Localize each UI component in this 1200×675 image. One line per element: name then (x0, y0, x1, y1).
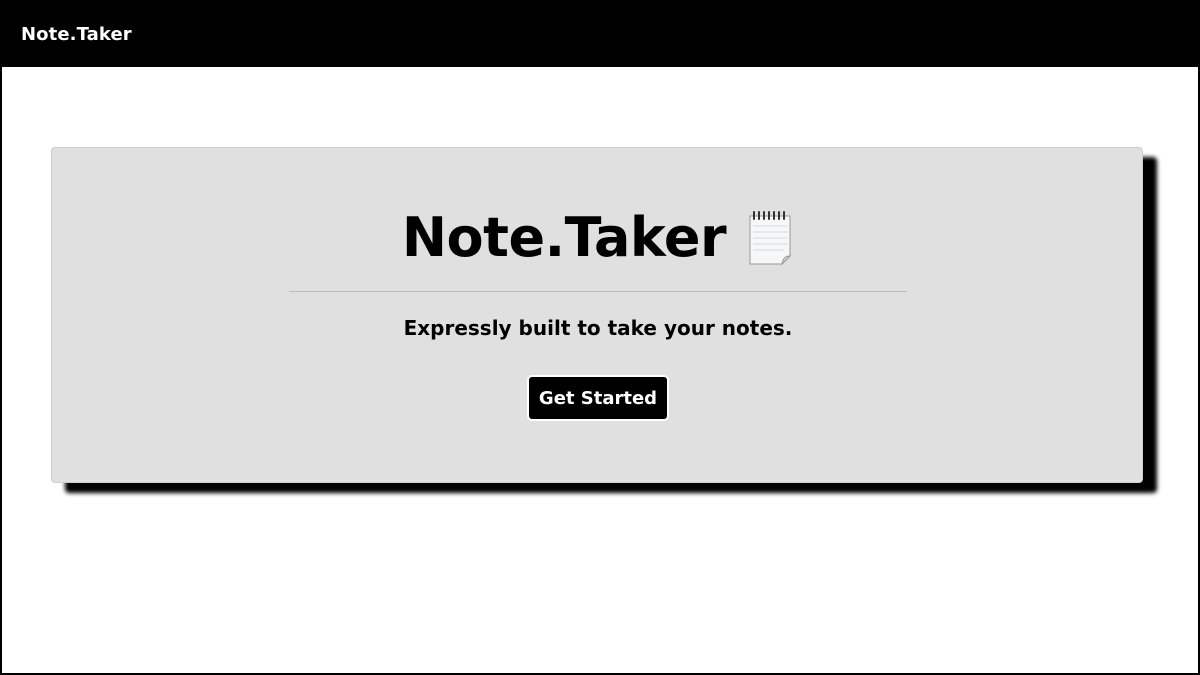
hero-title-row: Note.Taker (52, 206, 1144, 269)
get-started-button[interactable]: Get Started (527, 375, 669, 421)
notepad-icon (746, 210, 794, 266)
page-frame: Note.Taker Note.Taker Expressly built to… (0, 0, 1200, 675)
hero-jumbotron: Note.Taker Expressly built to take your … (51, 147, 1143, 483)
navbar-brand-link[interactable]: Note.Taker (21, 24, 132, 45)
navbar: Note.Taker (2, 2, 1198, 67)
hero-divider (289, 291, 907, 292)
hero-subtitle: Expressly built to take your notes. (403, 316, 793, 340)
hero-title: Note.Taker (401, 206, 727, 269)
